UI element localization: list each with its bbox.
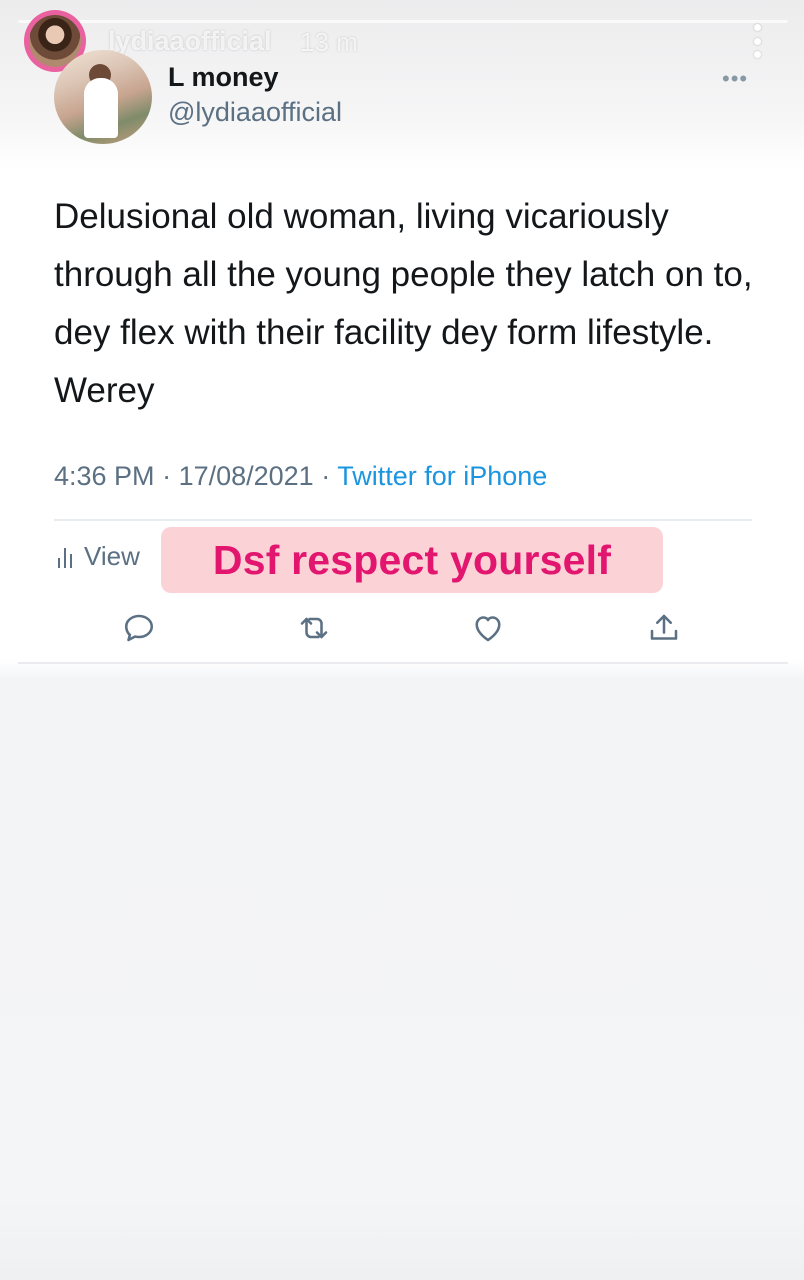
tweet-bottom-border [18,662,788,664]
story-screen[interactable]: lydiaaofficial 13 m L money @lydiaaoffic… [0,0,804,1280]
tweet-date: 17/08/2021 [178,461,314,491]
tweet-divider [54,519,752,521]
text-sticker: Dsf respect yourself [161,527,663,593]
retweet-icon [296,610,332,646]
story-progress-bar [18,20,788,23]
tweet-avatar [54,50,152,144]
view-analytics: View [58,541,140,572]
reply-icon [121,610,157,646]
tweet-meta: 4:36 PM · 17/08/2021 · Twitter for iPhon… [54,461,547,492]
view-label: View [84,541,140,571]
analytics-bars-icon [58,546,72,568]
meta-separator: · [154,461,179,491]
tweet-source: Twitter for iPhone [337,461,548,491]
sticker-text: Dsf respect yourself [212,536,612,583]
tweet-display-name: L money [168,62,279,92]
tweet-time: 4:36 PM [54,461,155,491]
story-username[interactable]: lydiaaofficial [108,26,272,57]
tweet-handle: @lydiaaofficial [168,97,342,127]
story-options-icon[interactable] [748,24,766,58]
meta-separator: · [313,461,338,491]
more-options-icon: ••• [722,66,749,91]
like-icon [470,610,506,646]
story-time-ago: 13 m [300,27,358,57]
tweet-text: Delusional old woman, living vicariously… [54,197,753,410]
share-icon [646,610,682,646]
story-progress-fill [18,20,788,23]
